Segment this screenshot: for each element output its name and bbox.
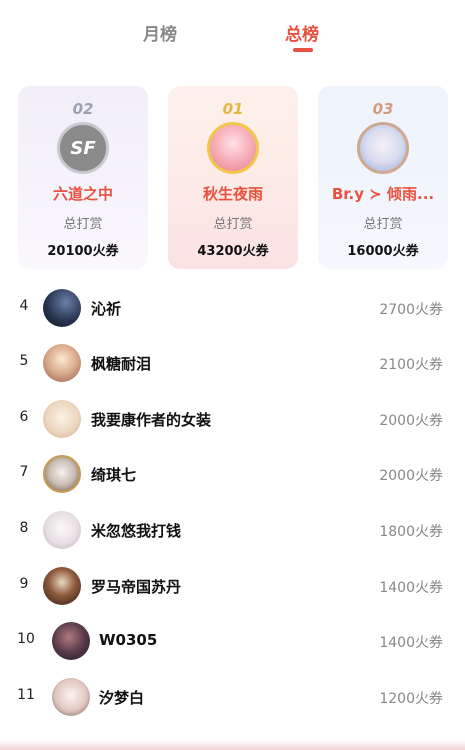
row-user-name: 枫糖耐泪 — [91, 355, 152, 373]
podium-reward-label: 总打赏 — [63, 217, 103, 232]
podium-rank-number: 02 — [72, 100, 94, 118]
podium-rank-number: 03 — [372, 100, 394, 118]
list-item[interactable]: 9 罗马帝国苏丹 1400火券 — [0, 558, 465, 614]
avatar[interactable] — [43, 511, 81, 549]
row-user-name: 罗马帝国苏丹 — [91, 578, 182, 596]
row-rank: 7 — [19, 464, 29, 480]
avatar[interactable] — [43, 289, 81, 327]
row-rank: 9 — [19, 576, 29, 592]
podium-reward-amount: 20100火券 — [47, 244, 119, 259]
avatar[interactable] — [43, 400, 81, 438]
row-rank: 6 — [19, 409, 29, 425]
list-item[interactable]: 7 绮琪七 2000火券 — [0, 446, 465, 502]
row-reward-amount: 1400火券 — [379, 580, 443, 596]
podium-card-first[interactable]: 01 秋生夜雨 总打赏 43200火券 — [168, 86, 298, 269]
row-reward-amount: 1200火券 — [379, 691, 443, 707]
bottom-fade — [0, 740, 465, 750]
row-rank: 11 — [17, 687, 35, 703]
row-user-name: 沁祈 — [91, 300, 122, 318]
list-item[interactable]: 11 汐梦白 1200火券 — [0, 669, 465, 725]
row-rank: 5 — [19, 353, 29, 369]
row-user-name: 米忽悠我打钱 — [91, 522, 182, 540]
list-item[interactable]: 4 沁祈 2700火券 — [0, 280, 465, 336]
avatar[interactable] — [52, 622, 90, 660]
podium-reward-amount: 16000火券 — [347, 244, 419, 259]
row-user-name: W0305 — [99, 631, 158, 649]
row-rank: 4 — [19, 298, 29, 314]
row-reward-amount: 2000火券 — [379, 413, 443, 429]
row-user-name: 我要康作者的女装 — [91, 411, 212, 429]
row-reward-amount: 1800火券 — [379, 524, 443, 540]
row-reward-amount: 2700火券 — [379, 302, 443, 318]
avatar[interactable] — [52, 678, 90, 716]
row-reward-amount: 2000火券 — [379, 468, 443, 484]
podium-card-third[interactable]: 03 Br.y ≻ 倾雨... 总打赏 16000火券 — [318, 86, 448, 269]
ranking-tabs: 月榜 总榜 — [0, 0, 465, 70]
podium-user-name: Br.y ≻ 倾雨... — [331, 185, 435, 203]
avatar[interactable]: SF — [57, 122, 109, 174]
podium-rank-number: 01 — [222, 100, 244, 118]
active-tab-indicator — [293, 48, 313, 52]
row-rank: 10 — [17, 631, 35, 647]
row-reward-amount: 2100火券 — [379, 357, 443, 373]
row-user-name: 绮琪七 — [91, 466, 137, 484]
avatar[interactable] — [207, 122, 259, 174]
podium-user-name: 秋生夜雨 — [202, 185, 263, 203]
avatar[interactable] — [43, 455, 81, 493]
podium-reward-label: 总打赏 — [363, 217, 403, 232]
list-item[interactable]: 8 米忽悠我打钱 1800火券 — [0, 502, 465, 558]
list-item[interactable]: 10 W0305 1400火券 — [0, 613, 465, 669]
avatar[interactable] — [43, 344, 81, 382]
podium-user-name: 六道之中 — [52, 185, 113, 203]
podium-reward-label: 总打赏 — [213, 217, 253, 232]
tab-total[interactable]: 总榜 — [285, 20, 319, 45]
avatar[interactable] — [43, 567, 81, 605]
row-user-name: 汐梦白 — [99, 689, 145, 707]
list-item[interactable]: 6 我要康作者的女装 2000火券 — [0, 391, 465, 447]
tab-monthly[interactable]: 月榜 — [143, 20, 177, 45]
avatar[interactable] — [357, 122, 409, 174]
row-reward-amount: 1400火券 — [379, 635, 443, 651]
podium-reward-amount: 43200火券 — [197, 244, 269, 259]
row-rank: 8 — [19, 520, 29, 536]
list-item[interactable]: 5 枫糖耐泪 2100火券 — [0, 335, 465, 391]
podium-card-second[interactable]: 02 SF 六道之中 总打赏 20100火券 — [18, 86, 148, 269]
